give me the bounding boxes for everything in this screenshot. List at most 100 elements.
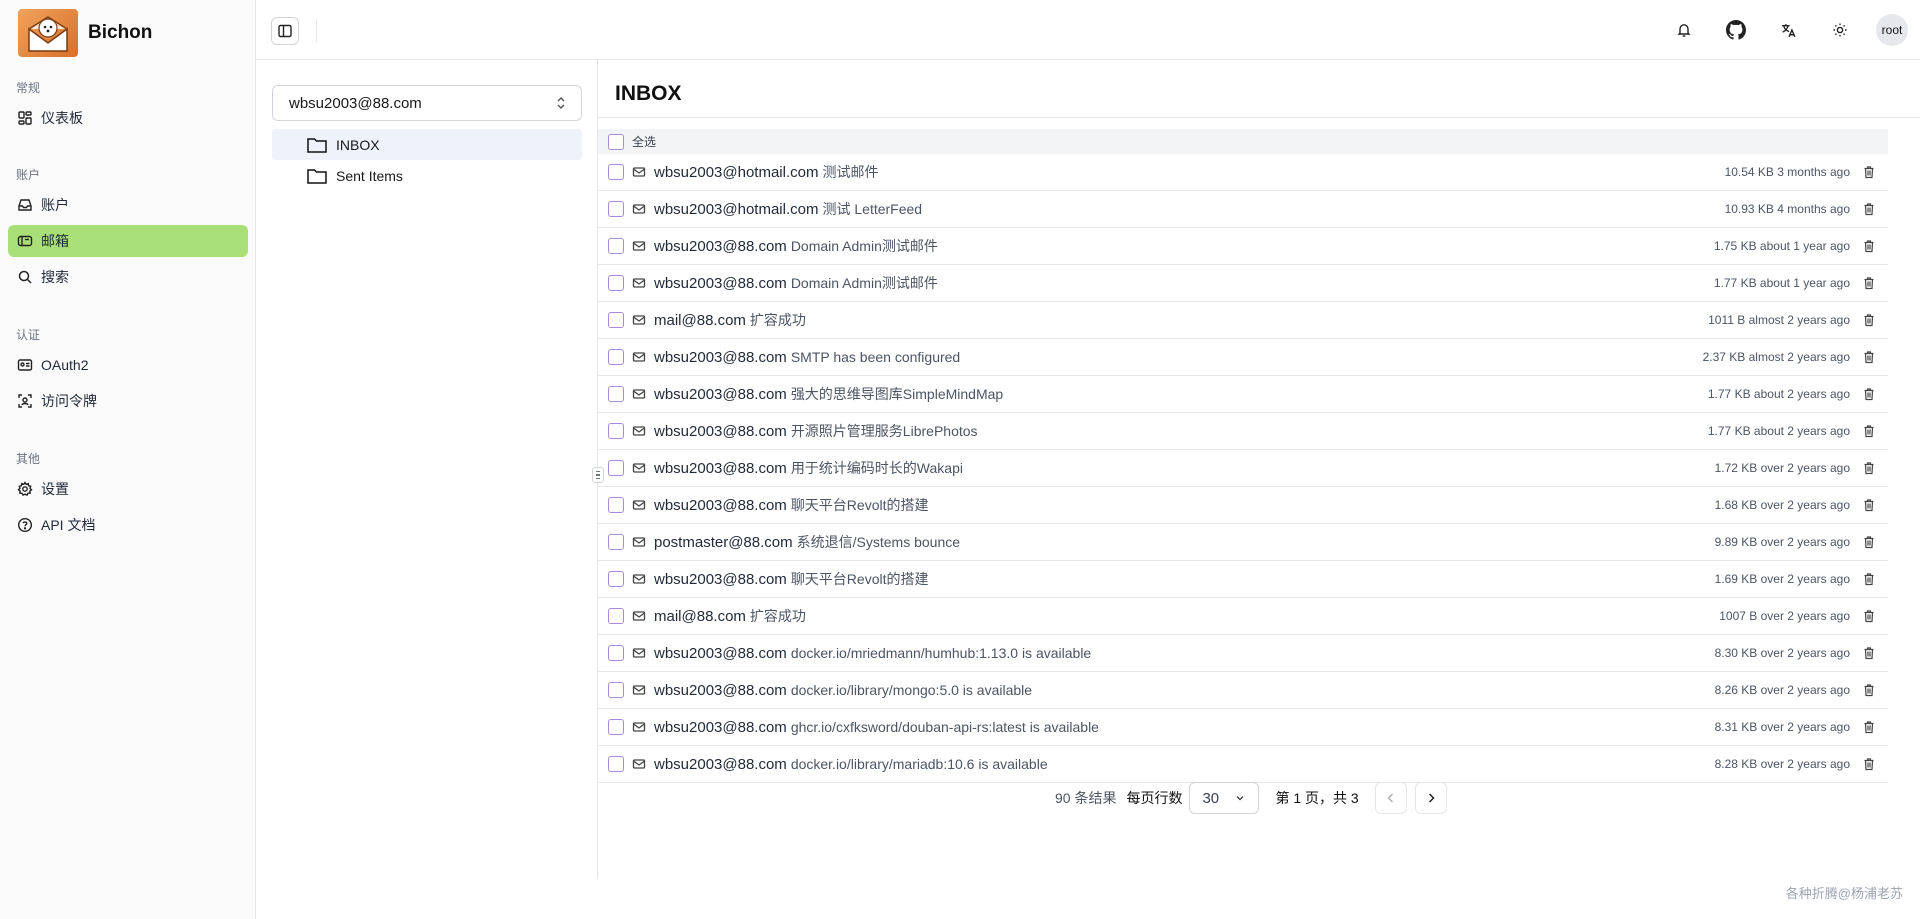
trash-icon[interactable] [1862,461,1876,475]
mail-row-checkbox[interactable] [608,275,624,291]
nav-item-accounts[interactable]: 账户 [8,189,248,221]
mail-size-time: 1.68 KB over 2 years ago [1715,498,1850,512]
mail-row-checkbox[interactable] [608,460,624,476]
mail-size-time: 8.31 KB over 2 years ago [1715,720,1850,734]
github-button[interactable] [1720,14,1752,46]
envelope-icon [632,648,646,658]
trash-icon[interactable] [1862,387,1876,401]
mail-size: 1.72 KB [1714,461,1758,475]
nav-item-oauth2[interactable]: OAuth2 [8,349,248,381]
mail-row-checkbox[interactable] [608,164,624,180]
select-all-checkbox[interactable] [608,133,624,150]
nav-section-title: 其他 [16,452,41,466]
mail-row-checkbox[interactable] [608,349,624,365]
sidebar-toggle-button[interactable] [271,17,299,45]
trash-icon[interactable] [1862,646,1876,660]
mail-sender: wbsu2003@hotmail.com [654,200,819,218]
mail-row[interactable]: wbsu2003@88.com 开源照片管理服务LibrePhotos 1.77… [598,413,1888,450]
mail-size: 1.75 KB [1713,239,1757,253]
trash-icon[interactable] [1862,757,1876,771]
mail-row[interactable]: wbsu2003@88.com Domain Admin测试邮件 1.77 KB… [598,265,1888,302]
trash-icon[interactable] [1862,276,1876,290]
mail-row[interactable]: wbsu2003@88.com 聊天平台Revolt的搭建 1.69 KB ov… [598,561,1888,598]
trash-icon[interactable] [1862,239,1876,253]
mail-row[interactable]: mail@88.com 扩容成功 1007 B over 2 years ago [598,598,1888,635]
nav-item-search[interactable]: 搜索 [8,261,248,293]
mail-row[interactable]: wbsu2003@88.com 用于统计编码时长的Wakapi 1.72 KB … [598,450,1888,487]
mail-row[interactable]: wbsu2003@88.com docker.io/library/mongo:… [598,672,1888,709]
app-name: Bichon [88,22,153,43]
mail-row-checkbox[interactable] [608,719,624,735]
mail-row[interactable]: wbsu2003@88.com docker.io/library/mariad… [598,746,1888,783]
mail-sender: wbsu2003@88.com [654,755,787,773]
mail-row[interactable]: postmaster@88.com 系统退信/Systems bounce 9.… [598,524,1888,561]
mail-time: almost 2 years ago [1748,313,1850,327]
trash-icon[interactable] [1862,313,1876,327]
mail-row-checkbox[interactable] [608,201,624,217]
mail-row[interactable]: wbsu2003@88.com 强大的思维导图库SimpleMindMap 1.… [598,376,1888,413]
search-icon [18,270,32,284]
mail-row[interactable]: wbsu2003@88.com SMTP has been configured… [598,339,1888,376]
next-page-button[interactable] [1414,782,1447,814]
mail-subject: Domain Admin测试邮件 [790,238,938,254]
mail-row[interactable]: wbsu2003@hotmail.com 测试邮件 10.54 KB 3 mon… [598,154,1888,191]
mail-row-checkbox[interactable] [608,645,624,661]
mail-sender: wbsu2003@88.com [654,718,787,736]
mail-row-checkbox[interactable] [608,238,624,254]
nav-item-mailbox[interactable]: 邮箱 [8,225,248,257]
trash-icon[interactable] [1862,683,1876,697]
trash-icon[interactable] [1862,202,1876,216]
trash-icon[interactable] [1862,424,1876,438]
mail-row[interactable]: wbsu2003@88.com Domain Admin测试邮件 1.75 KB… [598,228,1888,265]
mail-row[interactable]: wbsu2003@88.com 聊天平台Revolt的搭建 1.68 KB ov… [598,487,1888,524]
mail-row-checkbox[interactable] [608,423,624,439]
rows-per-page-select[interactable]: 30 [1189,782,1260,814]
envelope-icon [632,685,646,695]
trash-icon[interactable] [1862,350,1876,364]
mail-size: 9.89 KB [1714,535,1758,549]
mail-subject: 扩容成功 [749,312,806,328]
user-avatar[interactable]: root [1876,14,1908,46]
nav-section-title: 认证 [16,328,41,342]
nav-item-api-docs[interactable]: API 文档 [8,509,248,541]
folder-item-sent-items[interactable]: Sent Items [272,160,582,191]
notifications-button[interactable] [1668,14,1700,46]
trash-icon[interactable] [1862,165,1876,179]
trash-icon[interactable] [1862,609,1876,623]
mail-row-checkbox[interactable] [608,312,624,328]
trash-icon[interactable] [1862,535,1876,549]
mail-row-checkbox[interactable] [608,682,624,698]
mail-row[interactable]: wbsu2003@88.com ghcr.io/cxfksword/douban… [598,709,1888,746]
nav-item-label: 设置 [41,481,69,497]
language-button[interactable] [1772,14,1804,46]
account-select-value: wbsu2003@88.com [289,94,422,112]
mail-row-checkbox[interactable] [608,608,624,624]
nav-item-access-token[interactable]: 访问令牌 [8,385,248,417]
trash-icon[interactable] [1862,572,1876,586]
mail-size-time: 1.77 KB about 1 year ago [1714,276,1850,290]
nav-item-settings[interactable]: 设置 [8,473,248,505]
chevron-down-icon [1236,796,1244,801]
brand[interactable]: Bichon [18,8,152,58]
folder-panel: wbsu2003@88.com INBOX Sent Items [256,60,598,878]
folder-item-inbox[interactable]: INBOX [272,129,582,160]
mail-sender: wbsu2003@88.com [654,237,787,255]
account-select[interactable]: wbsu2003@88.com [272,85,582,121]
trash-icon[interactable] [1862,498,1876,512]
mail-row-checkbox[interactable] [608,571,624,587]
mail-size: 1.77 KB [1707,387,1751,401]
theme-toggle-button[interactable] [1824,14,1856,46]
bell-icon [1677,24,1691,37]
prev-page-button[interactable] [1374,782,1407,814]
nav-item-dashboard[interactable]: 仪表板 [8,102,248,134]
mail-row-checkbox[interactable] [608,756,624,772]
mail-row-checkbox[interactable] [608,534,624,550]
mail-row-checkbox[interactable] [608,497,624,513]
mail-row[interactable]: wbsu2003@hotmail.com 测试 LetterFeed 10.93… [598,191,1888,228]
trash-icon[interactable] [1862,720,1876,734]
mail-row-checkbox[interactable] [608,386,624,402]
mail-size-time: 8.26 KB over 2 years ago [1715,683,1850,697]
mail-subject: 聊天平台Revolt的搭建 [790,571,929,587]
mail-row[interactable]: mail@88.com 扩容成功 1011 B almost 2 years a… [598,302,1888,339]
mail-row[interactable]: wbsu2003@88.com docker.io/mriedmann/humh… [598,635,1888,672]
